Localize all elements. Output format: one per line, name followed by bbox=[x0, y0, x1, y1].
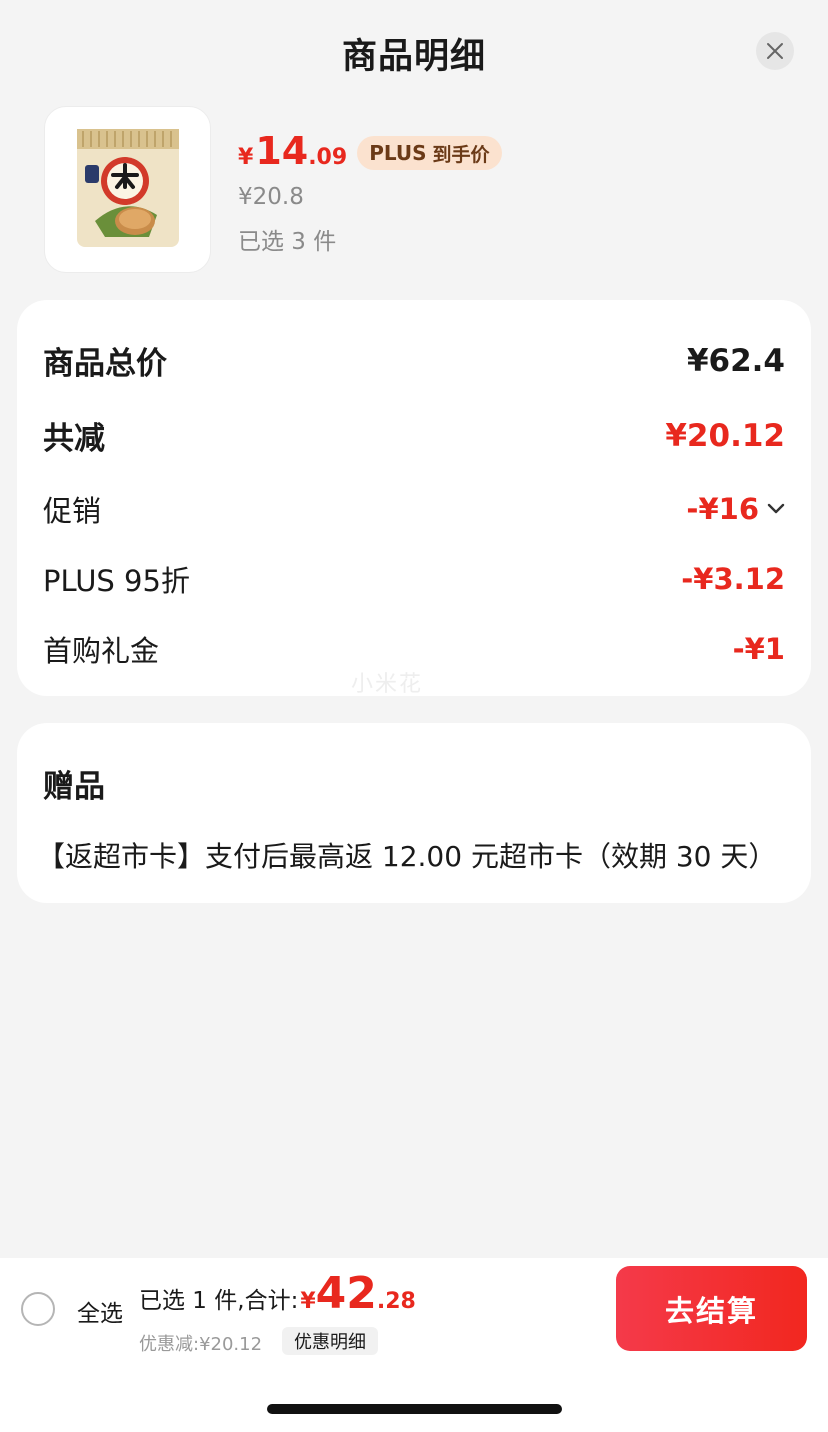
summary-row-first-purchase: 首购礼金 -¥1 bbox=[43, 628, 785, 670]
watermark: 小米花 bbox=[351, 672, 424, 697]
summary-value: ¥20.12 bbox=[665, 417, 785, 454]
summary-row-total: 商品总价 ¥62.4 bbox=[43, 338, 785, 383]
product-image bbox=[44, 106, 211, 273]
total-text: 已选 1 件,合计: bbox=[139, 1288, 299, 1314]
total-integer: 42 bbox=[315, 1268, 377, 1319]
checkout-bar: 全选 已选 1 件,合计: ¥ 42 .28 优惠减:¥20.12 优惠明细 去… bbox=[0, 1258, 828, 1358]
select-all-radio[interactable] bbox=[21, 1292, 55, 1326]
price-symbol: ¥ bbox=[238, 145, 254, 170]
summary-value: -¥1 bbox=[732, 632, 785, 666]
summary-label: PLUS 95折 bbox=[43, 564, 190, 598]
close-icon bbox=[767, 43, 783, 59]
summary-value: ¥62.4 bbox=[686, 342, 785, 379]
discount-amount: 优惠减:¥20.12 bbox=[139, 1334, 263, 1355]
summary-value-with-toggle[interactable]: -¥16 bbox=[686, 492, 785, 526]
summary-label: 共减 bbox=[43, 421, 105, 457]
gifts-card: 赠品 【返超市卡】支付后最高返 12.00 元超市卡（效期 30 天） bbox=[17, 723, 811, 903]
selected-count: 已选 3 件 bbox=[238, 229, 337, 255]
summary-label: 促销 bbox=[43, 494, 102, 528]
checkout-button[interactable]: 去结算 bbox=[616, 1266, 807, 1351]
plus-sub-label: 到手价 bbox=[432, 143, 490, 166]
summary-row-total-reduction: 共减 ¥20.12 bbox=[43, 413, 785, 458]
chevron-down-icon[interactable] bbox=[767, 503, 785, 515]
product-detail-sheet: 商品明细 ¥ 14 .09 PLUS 到手价 ¥20.8 已选 3 件 商品总价… bbox=[0, 0, 828, 1432]
total-symbol: ¥ bbox=[300, 1289, 316, 1314]
summary-value: -¥3.12 bbox=[681, 562, 785, 596]
summary-row-plus-discount: PLUS 95折 -¥3.12 bbox=[43, 558, 785, 600]
summary-label: 商品总价 bbox=[43, 346, 167, 382]
home-indicator[interactable] bbox=[267, 1404, 562, 1414]
page-title: 商品明细 bbox=[341, 37, 486, 77]
discount-detail-button[interactable]: 优惠明细 bbox=[282, 1327, 378, 1355]
home-indicator-area bbox=[0, 1358, 828, 1432]
plus-price-badge: PLUS 到手价 bbox=[357, 136, 502, 170]
total-decimal: .28 bbox=[376, 1289, 416, 1314]
product-package-illustration bbox=[76, 128, 179, 247]
gift-description: 【返超市卡】支付后最高返 12.00 元超市卡（效期 30 天） bbox=[37, 840, 777, 873]
original-price: ¥20.8 bbox=[238, 184, 304, 210]
summary-label: 首购礼金 bbox=[43, 634, 160, 668]
price-summary-card: 商品总价 ¥62.4 共减 ¥20.12 促销 -¥16 PLUS 95折 -¥… bbox=[17, 300, 811, 697]
price-integer: 14 bbox=[255, 129, 309, 173]
plus-label: PLUS bbox=[369, 141, 427, 165]
select-all-label[interactable]: 全选 bbox=[77, 1294, 123, 1328]
gifts-title: 赠品 bbox=[43, 769, 105, 805]
summary-value: -¥16 bbox=[686, 492, 759, 526]
product-price: ¥ 14 .09 PLUS 到手价 bbox=[238, 132, 502, 170]
total-line: 已选 1 件,合计: ¥ 42 .28 bbox=[139, 1272, 416, 1316]
price-decimal: .09 bbox=[308, 145, 348, 170]
close-button[interactable] bbox=[756, 32, 794, 70]
summary-row-promotion[interactable]: 促销 -¥16 bbox=[43, 488, 785, 530]
